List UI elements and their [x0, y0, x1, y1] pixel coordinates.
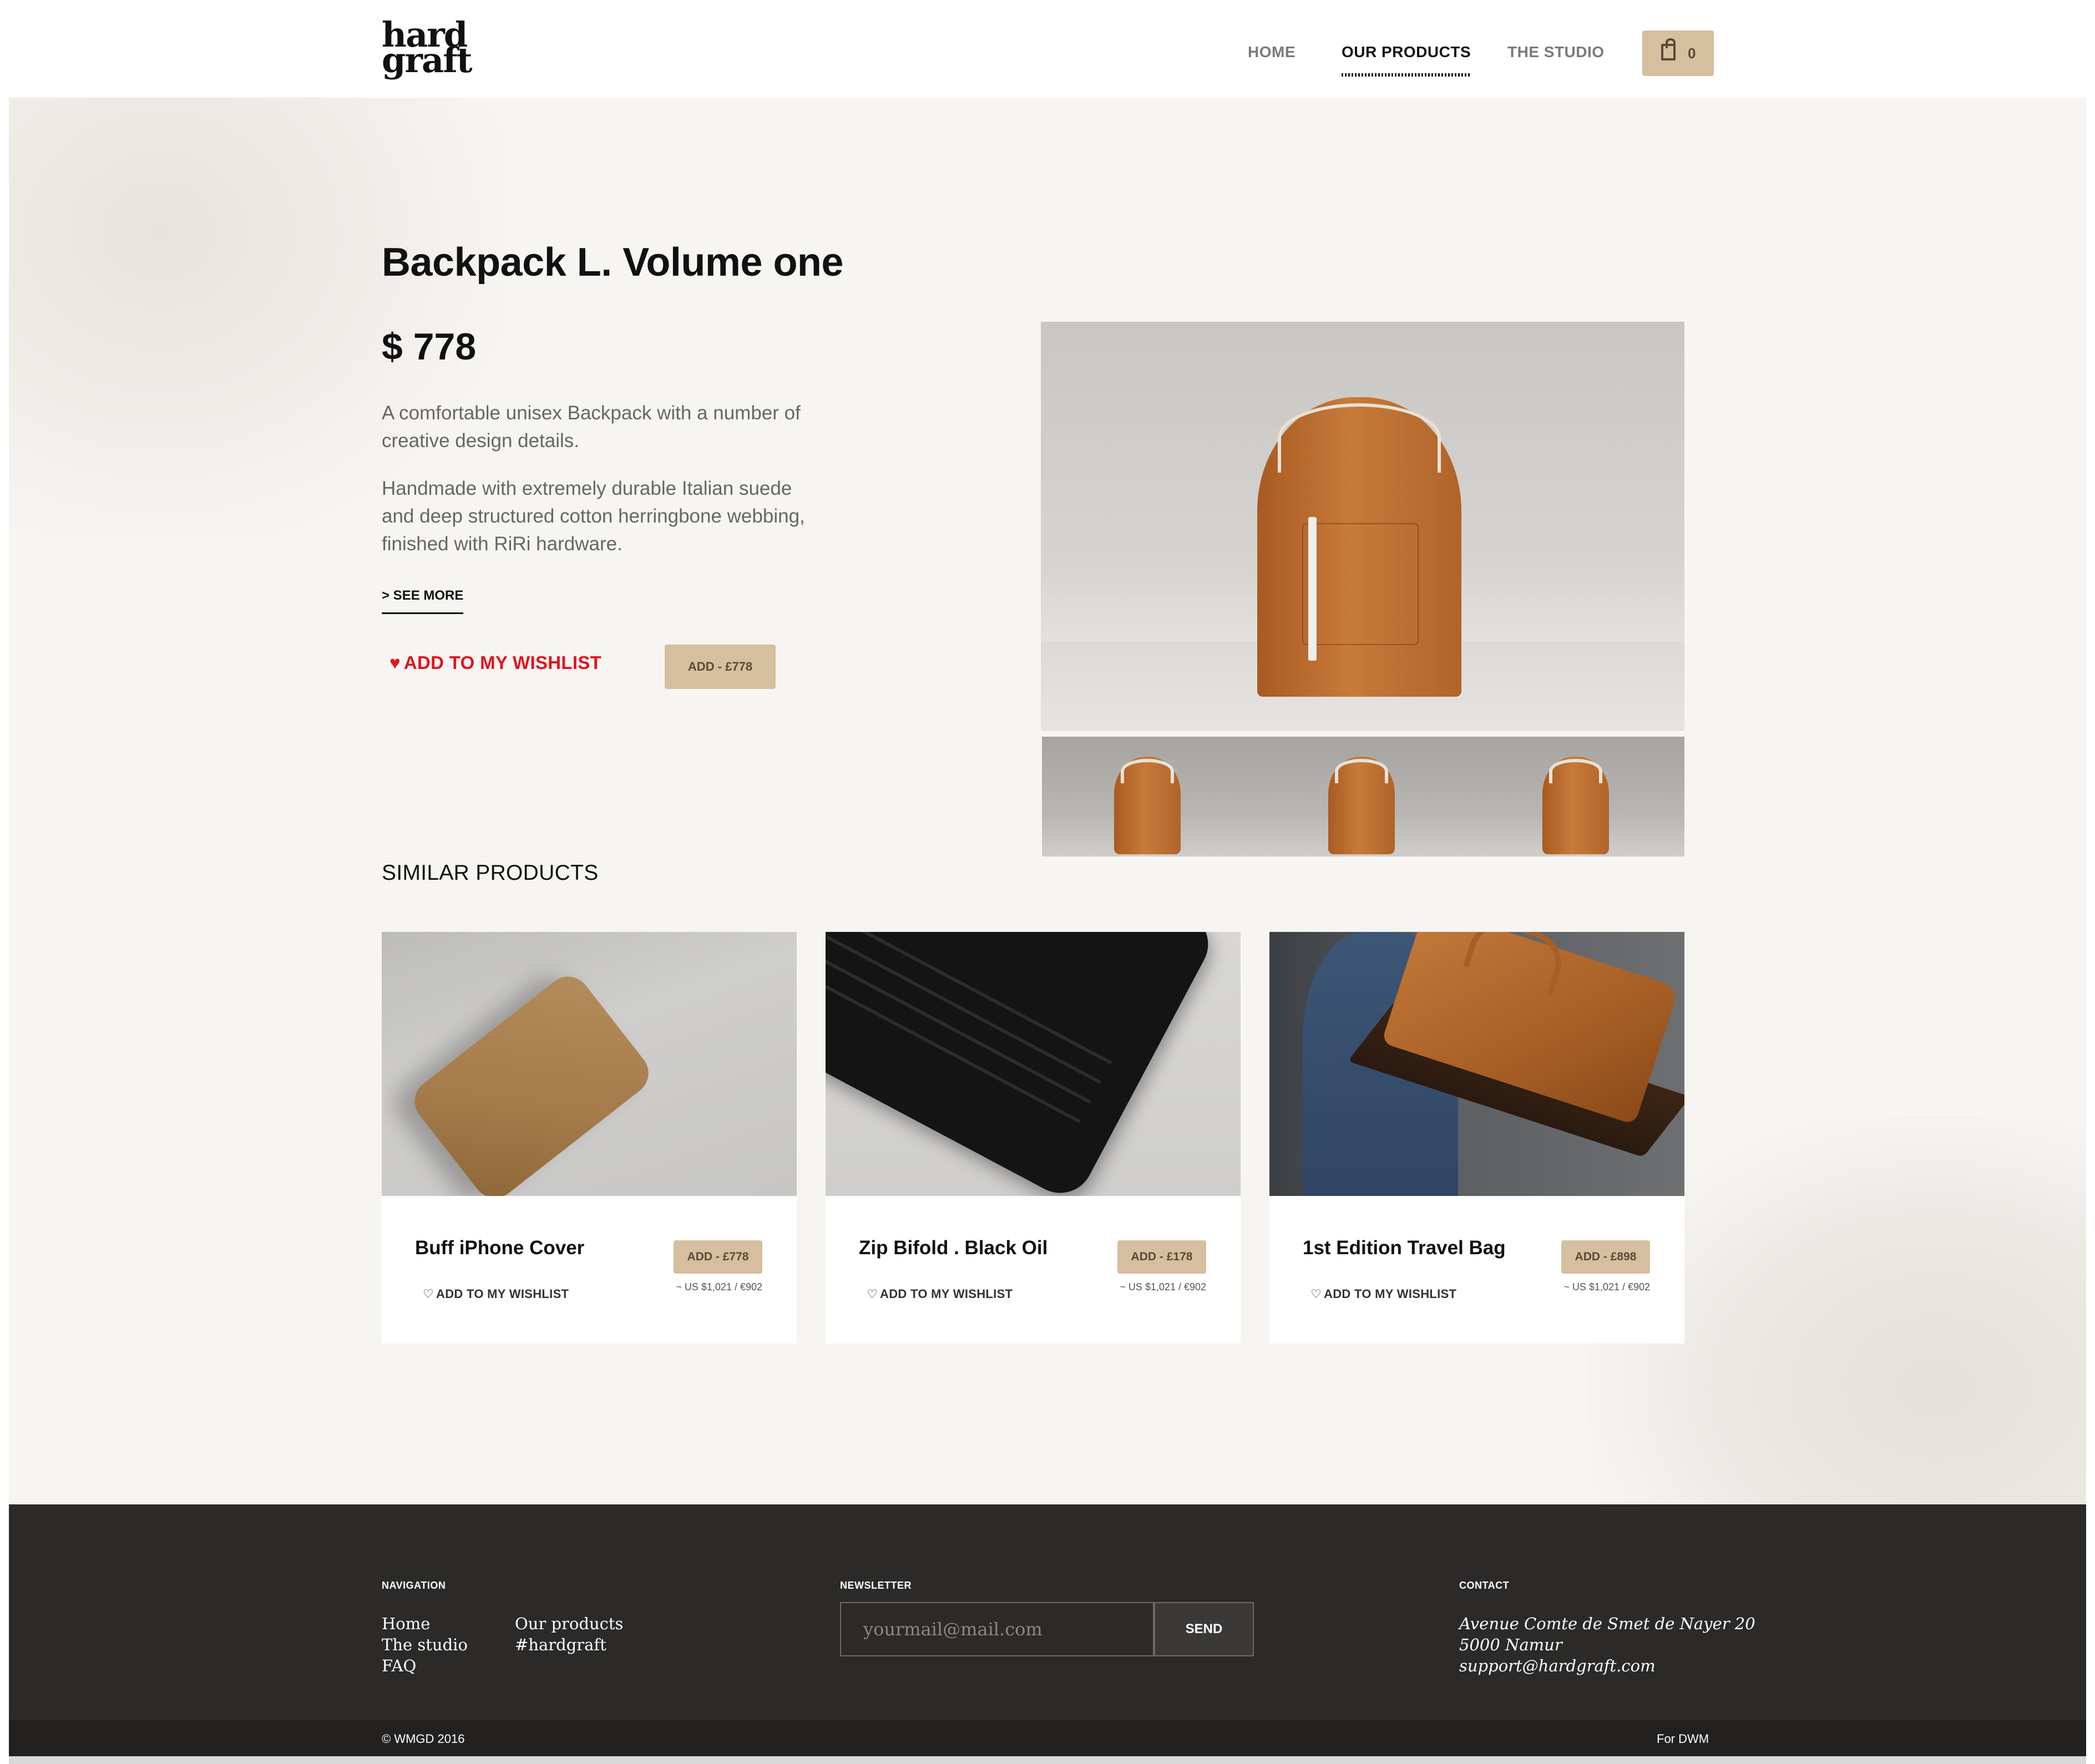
- backpack-pocket: [1302, 523, 1419, 645]
- product-card-image[interactable]: [1269, 932, 1684, 1196]
- copyright-text: © WMGD 2016: [382, 1732, 465, 1746]
- heart-outline-icon: ♡: [423, 1287, 434, 1301]
- page-bottom-strip: [9, 1756, 2086, 1764]
- footer-link-our-products[interactable]: Our products: [515, 1614, 623, 1633]
- iphone-cover-image: [406, 967, 657, 1196]
- brand-logo[interactable]: hard graft: [382, 18, 473, 83]
- cart-count: 0: [1688, 45, 1696, 62]
- product-main-image: [1041, 322, 1684, 731]
- card-wishlist-label: ADD TO MY WISHLIST: [880, 1287, 1013, 1301]
- footer-link-home[interactable]: Home: [382, 1614, 430, 1633]
- card-add-to-wishlist[interactable]: ♡ ADD TO MY WISHLIST: [867, 1287, 1013, 1301]
- card-add-button[interactable]: ADD - £778: [674, 1240, 762, 1274]
- contact-city: 5000 Namur: [1459, 1635, 1562, 1654]
- product-description-2: Handmade with extremely durable Italian …: [382, 478, 805, 555]
- product-thumbnail-2[interactable]: [1256, 737, 1470, 856]
- product-card-image[interactable]: [826, 932, 1241, 1196]
- backpack-top-zip: [1277, 403, 1441, 473]
- footer-link-studio[interactable]: The studio: [382, 1635, 468, 1654]
- wallet-stitch: [836, 932, 1112, 1065]
- card-add-button[interactable]: ADD - £898: [1561, 1240, 1650, 1274]
- card-price-note: ~ US $1,021 / €902: [1563, 1281, 1650, 1292]
- add-to-cart-button[interactable]: ADD - £778: [665, 645, 776, 689]
- newsletter-send-button[interactable]: SEND: [1154, 1602, 1254, 1656]
- see-more-link[interactable]: > SEE MORE: [382, 588, 464, 614]
- product-card-image[interactable]: [382, 932, 797, 1196]
- product-price: $ 778: [382, 326, 477, 368]
- backpack-top-zip: [1335, 758, 1388, 784]
- product-thumbnail-3[interactable]: [1470, 737, 1684, 856]
- product-card-zip-bifold[interactable]: Zip Bifold . Black Oil ♡ ADD TO MY WISHLI…: [826, 932, 1241, 1344]
- footer-newsletter-heading: NEWSLETTER: [840, 1580, 912, 1591]
- product-card-name[interactable]: 1st Edition Travel Bag: [1303, 1237, 1506, 1259]
- backpack-top-zip: [1121, 758, 1174, 784]
- logo-line-2: graft: [382, 40, 473, 80]
- wallet-image: [826, 932, 1220, 1196]
- product-description-1: A comfortable unisex Backpack with a num…: [382, 402, 801, 452]
- backpack-thumb: [1114, 757, 1181, 854]
- heart-icon: ♥: [389, 652, 401, 673]
- footer-bottom-bar: [9, 1720, 2086, 1756]
- contact-email[interactable]: support@hardgraft.com: [1459, 1656, 1656, 1675]
- product-title: Backpack L. Volume one: [382, 240, 843, 285]
- footer-link-faq[interactable]: FAQ: [382, 1656, 416, 1675]
- backpack-zip: [1308, 517, 1317, 661]
- footer-credit: For DWM: [1657, 1732, 1709, 1746]
- site-header: hard graft HOME OUR PRODUCTS THE STUDIO …: [0, 0, 2095, 98]
- backpack-thumb: [1542, 757, 1609, 854]
- newsletter-email-input[interactable]: [840, 1602, 1154, 1656]
- product-card-travel-bag[interactable]: 1st Edition Travel Bag ♡ ADD TO MY WISHLI…: [1269, 932, 1684, 1344]
- product-card-name[interactable]: Zip Bifold . Black Oil: [859, 1237, 1048, 1259]
- card-wishlist-label: ADD TO MY WISHLIST: [436, 1287, 569, 1301]
- wallet-stitch: [826, 974, 1081, 1124]
- nav-our-products[interactable]: OUR PRODUCTS: [1342, 43, 1471, 77]
- card-add-to-wishlist[interactable]: ♡ ADD TO MY WISHLIST: [1310, 1287, 1456, 1301]
- similar-products-heading: SIMILAR PRODUCTS: [382, 861, 599, 885]
- card-add-button[interactable]: ADD - £178: [1117, 1240, 1206, 1274]
- shopping-bag-icon: [1661, 38, 1676, 60]
- backpack-image: [1257, 397, 1461, 697]
- nav-home[interactable]: HOME: [1248, 43, 1296, 61]
- card-wishlist-label: ADD TO MY WISHLIST: [1324, 1287, 1457, 1301]
- product-thumbnail-1[interactable]: [1042, 737, 1256, 856]
- backpack-thumb: [1328, 757, 1395, 854]
- heart-outline-icon: ♡: [867, 1287, 878, 1301]
- nav-the-studio[interactable]: THE STUDIO: [1507, 43, 1605, 61]
- card-price-note: ~ US $1,021 / €902: [1120, 1281, 1206, 1292]
- footer-navigation-heading: NAVIGATION: [382, 1580, 446, 1591]
- cart-button[interactable]: 0: [1642, 31, 1714, 76]
- footer-link-hashtag[interactable]: #hardgraft: [515, 1635, 606, 1654]
- contact-address: Avenue Comte de Smet de Nayer 20: [1459, 1614, 1755, 1633]
- heart-outline-icon: ♡: [1310, 1287, 1322, 1301]
- product-card-buff-iphone-cover[interactable]: Buff iPhone Cover ♡ ADD TO MY WISHLIST AD…: [382, 932, 797, 1344]
- card-price-note: ~ US $1,021 / €902: [676, 1281, 762, 1292]
- product-card-name[interactable]: Buff iPhone Cover: [415, 1237, 584, 1259]
- add-to-wishlist-button[interactable]: ♥ ADD TO MY WISHLIST: [389, 652, 601, 673]
- card-add-to-wishlist[interactable]: ♡ ADD TO MY WISHLIST: [423, 1287, 569, 1301]
- backpack-top-zip: [1549, 758, 1602, 784]
- footer-contact-heading: CONTACT: [1459, 1580, 1510, 1591]
- wishlist-label: ADD TO MY WISHLIST: [403, 652, 602, 673]
